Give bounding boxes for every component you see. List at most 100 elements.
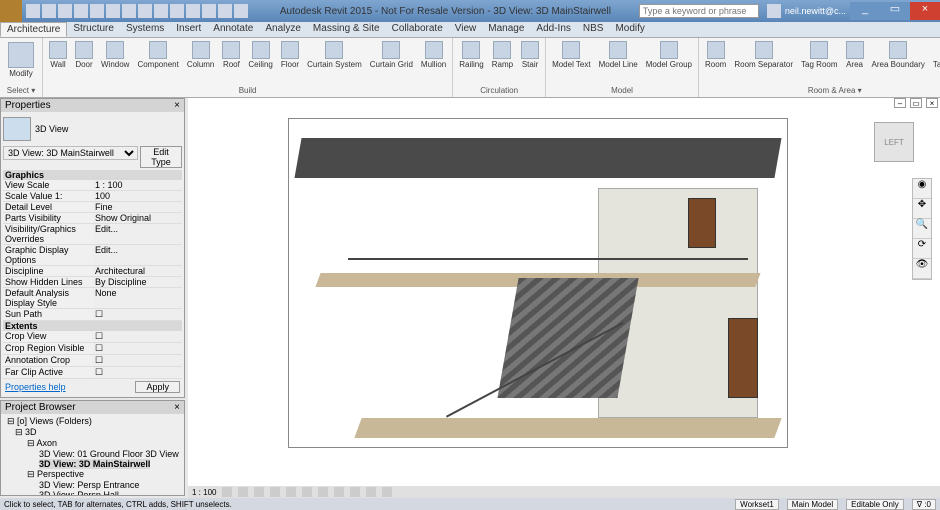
tab-view[interactable]: View: [449, 22, 483, 37]
tab-nbs[interactable]: NBS: [577, 22, 610, 37]
vp-minimize-icon[interactable]: –: [894, 98, 906, 108]
qat-tag-icon[interactable]: [138, 4, 152, 18]
tab-structure[interactable]: Structure: [67, 22, 120, 37]
viewcube-face[interactable]: LEFT: [884, 138, 904, 147]
vp-maximize-icon[interactable]: ▭: [910, 98, 922, 108]
ext-val-1[interactable]: ☐: [93, 343, 182, 354]
tab-insert[interactable]: Insert: [170, 22, 207, 37]
nav-zoom-icon[interactable]: 🔍: [913, 219, 931, 239]
tab-architecture[interactable]: Architecture: [0, 22, 67, 37]
prop-val-8[interactable]: None: [93, 288, 182, 308]
tab-addins[interactable]: Add-Ins: [530, 22, 576, 37]
shadows-icon[interactable]: [270, 487, 280, 497]
window-close-button[interactable]: ×: [910, 2, 940, 20]
prop-val-2[interactable]: Fine: [93, 202, 182, 212]
tab-collaborate[interactable]: Collaborate: [386, 22, 449, 37]
qat-redo-icon[interactable]: [74, 4, 88, 18]
prop-val-9[interactable]: ☐: [93, 309, 182, 320]
qat-text-icon[interactable]: [154, 4, 168, 18]
tab-massing[interactable]: Massing & Site: [307, 22, 386, 37]
tree-item-2[interactable]: ⊟ Axon: [3, 438, 182, 449]
room-button-2[interactable]: Tag Room: [799, 40, 839, 70]
ext-val-2[interactable]: ☐: [93, 355, 182, 366]
viewcube[interactable]: LEFT: [868, 116, 922, 170]
lock-3d-icon[interactable]: [334, 487, 344, 497]
project-browser-tree[interactable]: ⊟ [o] Views (Folders)⊟ 3D⊟ Axon3D View: …: [1, 414, 184, 496]
build-button-6[interactable]: Ceiling: [246, 40, 274, 70]
qat-closewin-icon[interactable]: [218, 4, 232, 18]
window-minimize-button[interactable]: _: [850, 2, 880, 20]
nav-orbit-icon[interactable]: ⟳: [913, 239, 931, 259]
view-scale-label[interactable]: 1 : 100: [192, 488, 216, 497]
ext-val-0[interactable]: ☐: [93, 331, 182, 342]
tree-item-1[interactable]: ⊟ 3D: [3, 427, 182, 438]
tree-item-4[interactable]: 3D View: 3D MainStairwell: [3, 459, 182, 469]
room-button-0[interactable]: Room: [703, 40, 728, 70]
panel-room-area-label[interactable]: Room & Area ▾: [808, 86, 862, 95]
circ-button-1[interactable]: Ramp: [490, 40, 515, 70]
build-button-5[interactable]: Roof: [220, 40, 242, 70]
tab-annotate[interactable]: Annotate: [207, 22, 259, 37]
build-button-3[interactable]: Component: [135, 40, 180, 70]
room-button-3[interactable]: Area: [844, 40, 866, 70]
properties-help-link[interactable]: Properties help: [3, 380, 68, 394]
workset-button[interactable]: Workset1: [735, 499, 779, 510]
prop-val-3[interactable]: Show Original: [93, 213, 182, 223]
modify-button[interactable]: Modify: [4, 40, 38, 80]
apply-button[interactable]: Apply: [135, 381, 180, 393]
analytical-icon[interactable]: [382, 487, 392, 497]
qat-switch-icon[interactable]: [234, 4, 248, 18]
build-button-9[interactable]: Curtain Grid: [368, 40, 415, 70]
tree-item-7[interactable]: 3D View: Persp Hall: [3, 490, 182, 496]
app-menu-button[interactable]: [0, 0, 22, 22]
build-button-1[interactable]: Door: [73, 40, 95, 70]
qat-undo-icon[interactable]: [58, 4, 72, 18]
tree-item-5[interactable]: ⊟ Perspective: [3, 469, 182, 480]
tab-modify[interactable]: Modify: [609, 22, 650, 37]
room-button-4[interactable]: Area Boundary: [870, 40, 927, 70]
reveal-hidden-icon[interactable]: [366, 487, 376, 497]
nav-pan-icon[interactable]: ✥: [913, 199, 931, 219]
sun-path-icon[interactable]: [254, 487, 264, 497]
ext-val-3[interactable]: ☐: [93, 367, 182, 378]
tree-item-0[interactable]: ⊟ [o] Views (Folders): [3, 416, 182, 427]
visual-style-icon[interactable]: [238, 487, 248, 497]
nav-wheel-icon[interactable]: ◉: [913, 179, 931, 199]
qat-save-icon[interactable]: [42, 4, 56, 18]
circ-button-2[interactable]: Stair: [519, 40, 541, 70]
qat-default3d-icon[interactable]: [170, 4, 184, 18]
detail-level-icon[interactable]: [222, 487, 232, 497]
selection-count[interactable]: ∇ :0: [912, 499, 936, 510]
nav-look-icon[interactable]: 👁: [913, 259, 931, 279]
build-button-0[interactable]: Wall: [47, 40, 69, 70]
view-selector[interactable]: 3D View: 3D MainStairwell: [3, 146, 138, 160]
qat-measure-icon[interactable]: [106, 4, 120, 18]
prop-val-5[interactable]: Edit...: [93, 245, 182, 265]
edit-type-button[interactable]: Edit Type: [140, 146, 182, 168]
prop-val-1[interactable]: 100: [93, 191, 182, 201]
viewport-3d[interactable]: – ▭ × LEFT ◉ ✥ 🔍 ⟳ 👁: [188, 98, 940, 486]
search-input[interactable]: [639, 4, 759, 18]
user-label[interactable]: neil.newitt@c...: [785, 6, 846, 16]
design-options-button[interactable]: Main Model: [787, 499, 838, 510]
crop-region-icon[interactable]: [318, 487, 328, 497]
infocenter-icon[interactable]: [767, 4, 781, 18]
qat-section-icon[interactable]: [186, 4, 200, 18]
build-button-8[interactable]: Curtain System: [305, 40, 364, 70]
build-button-2[interactable]: Window: [99, 40, 131, 70]
window-maximize-button[interactable]: ▭: [880, 2, 910, 20]
prop-val-6[interactable]: Architectural: [93, 266, 182, 276]
tree-item-3[interactable]: 3D View: 01 Ground Floor 3D View: [3, 449, 182, 459]
qat-align-icon[interactable]: [122, 4, 136, 18]
vp-close-icon[interactable]: ×: [926, 98, 938, 108]
qat-thinlines-icon[interactable]: [202, 4, 216, 18]
editable-only-toggle[interactable]: Editable Only: [846, 499, 904, 510]
build-button-4[interactable]: Column: [185, 40, 217, 70]
tree-item-6[interactable]: 3D View: Persp Entrance: [3, 480, 182, 490]
crop-icon[interactable]: [302, 487, 312, 497]
circ-button-0[interactable]: Railing: [457, 40, 485, 70]
qat-print-icon[interactable]: [90, 4, 104, 18]
model-button-0[interactable]: Model Text: [550, 40, 593, 70]
prop-val-7[interactable]: By Discipline: [93, 277, 182, 287]
model-button-1[interactable]: Model Line: [597, 40, 640, 70]
